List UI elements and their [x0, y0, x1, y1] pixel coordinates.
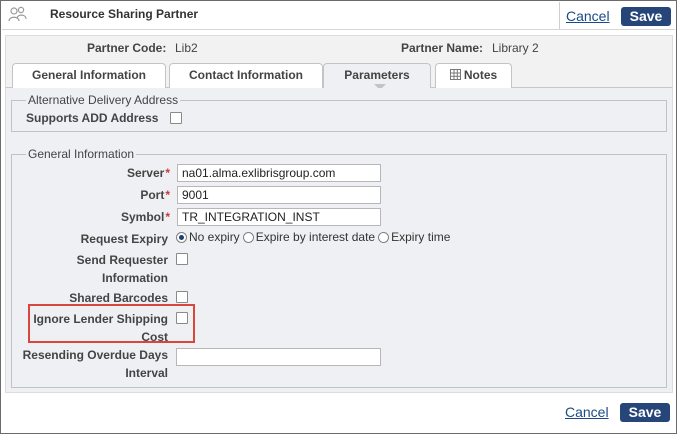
notes-grid-icon: [449, 69, 461, 80]
header-divider: [559, 2, 560, 29]
send-requester-checkbox[interactable]: [176, 253, 188, 265]
tab-notes[interactable]: Notes: [435, 63, 512, 88]
tab-notes-label: Notes: [463, 68, 498, 82]
alt-delivery-legend: Alternative Delivery Address: [26, 93, 181, 107]
footer-cancel-button[interactable]: Cancel: [565, 404, 609, 420]
partner-code-label: Partner Code:: [87, 41, 167, 55]
tab-strip: General Information Contact Information …: [5, 59, 673, 90]
partner-people-icon: [8, 6, 27, 22]
radio-expire-by-interest-date[interactable]: Expire by interest date: [242, 230, 375, 244]
highlight-annotation-box: [28, 304, 195, 343]
port-label: Port*: [140, 188, 170, 202]
general-info-legend: General Information: [26, 147, 137, 161]
page-title: Resource Sharing Partner: [50, 7, 199, 21]
server-label: Server*: [126, 166, 170, 180]
request-expiry-label: Request Expiry: [80, 232, 168, 246]
page-footer: Cancel Save: [2, 393, 675, 433]
symbol-required-marker: *: [165, 210, 170, 224]
send-requester-label: Send Requester Information: [76, 253, 168, 285]
partner-code-value: Lib2: [175, 41, 198, 55]
cancel-button[interactable]: Cancel: [566, 8, 610, 24]
symbol-label: Symbol*: [120, 210, 170, 224]
radio-expiry-time-dot: [378, 231, 390, 243]
window-frame: Resource Sharing Partner Cancel Save Par…: [0, 0, 677, 434]
request-expiry-radio-group: No expiry Expire by interest date Expiry…: [176, 228, 453, 246]
radio-no-expiry-dot: [176, 231, 187, 243]
server-input[interactable]: [177, 164, 381, 182]
page-header: Resource Sharing Partner Cancel Save: [2, 2, 675, 30]
symbol-input[interactable]: [177, 208, 381, 226]
partner-name-label: Partner Name:: [401, 41, 484, 55]
alt-delivery-fieldset: Alternative Delivery Address Supports AD…: [11, 93, 667, 132]
partner-summary-bar: Partner Code: Lib2 Partner Name: Library…: [5, 35, 673, 59]
supports-add-label: Supports ADD Address: [26, 111, 159, 125]
parameters-panel: Alternative Delivery Address Supports AD…: [5, 88, 673, 393]
supports-add-checkbox[interactable]: [170, 112, 182, 124]
radio-no-expiry[interactable]: No expiry: [176, 230, 240, 244]
resending-overdue-input[interactable]: [176, 348, 381, 366]
port-input[interactable]: [177, 186, 381, 204]
partner-name-value: Library 2: [492, 41, 539, 55]
resending-overdue-label: Resending Overdue Days Interval: [22, 348, 168, 380]
port-required-marker: *: [165, 188, 170, 202]
radio-expiry-time[interactable]: Expiry time: [378, 230, 450, 244]
shared-barcodes-checkbox[interactable]: [176, 291, 188, 303]
save-button[interactable]: Save: [621, 7, 671, 26]
server-required-marker: *: [165, 166, 170, 180]
footer-save-button[interactable]: Save: [620, 403, 670, 422]
radio-interest-date-dot: [242, 231, 254, 243]
tab-general-information[interactable]: General Information: [12, 63, 166, 88]
tab-contact-information[interactable]: Contact Information: [169, 63, 323, 88]
